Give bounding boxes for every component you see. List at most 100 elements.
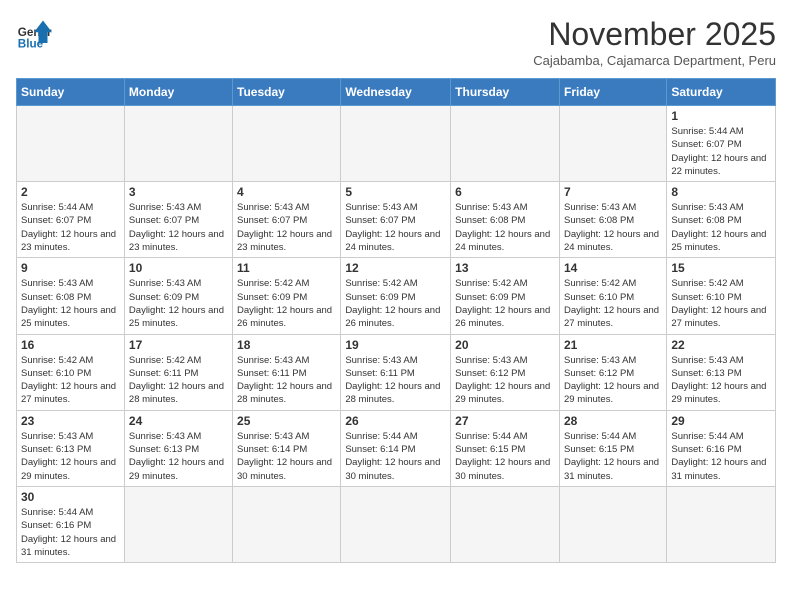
day-info: Sunrise: 5:42 AM Sunset: 6:10 PM Dayligh… (671, 277, 771, 330)
day-info: Sunrise: 5:43 AM Sunset: 6:12 PM Dayligh… (455, 354, 555, 407)
month-title: November 2025 (533, 16, 776, 53)
day-info: Sunrise: 5:43 AM Sunset: 6:13 PM Dayligh… (671, 354, 771, 407)
logo-icon: General Blue (16, 16, 52, 52)
calendar-day-cell (559, 106, 666, 182)
calendar-day-cell (233, 106, 341, 182)
day-info: Sunrise: 5:42 AM Sunset: 6:10 PM Dayligh… (564, 277, 662, 330)
calendar-day-cell (451, 106, 560, 182)
day-info: Sunrise: 5:42 AM Sunset: 6:11 PM Dayligh… (129, 354, 228, 407)
day-info: Sunrise: 5:44 AM Sunset: 6:14 PM Dayligh… (345, 430, 446, 483)
calendar-week-row: 9Sunrise: 5:43 AM Sunset: 6:08 PM Daylig… (17, 258, 776, 334)
location-subtitle: Cajabamba, Cajamarca Department, Peru (533, 53, 776, 68)
day-info: Sunrise: 5:43 AM Sunset: 6:08 PM Dayligh… (671, 201, 771, 254)
day-number: 3 (129, 185, 228, 199)
calendar-day-cell: 23 Sunrise: 5:43 AM Sunset: 6:13 PM Dayli… (17, 410, 125, 486)
day-info: Sunrise: 5:43 AM Sunset: 6:13 PM Dayligh… (21, 430, 120, 483)
day-number: 23 (21, 414, 120, 428)
day-of-week-header: Wednesday (341, 79, 451, 106)
day-number: 8 (671, 185, 771, 199)
calendar-day-cell (451, 486, 560, 562)
calendar-day-cell: 26 Sunrise: 5:44 AM Sunset: 6:14 PM Dayli… (341, 410, 451, 486)
day-info: Sunrise: 5:42 AM Sunset: 6:10 PM Dayligh… (21, 354, 120, 407)
calendar-day-cell: 20Sunrise: 5:43 AM Sunset: 6:12 PM Dayli… (451, 334, 560, 410)
day-info: Sunrise: 5:43 AM Sunset: 6:09 PM Dayligh… (129, 277, 228, 330)
day-number: 13 (455, 261, 555, 275)
calendar-day-cell: 4Sunrise: 5:43 AM Sunset: 6:07 PM Daylig… (233, 182, 341, 258)
calendar-day-cell: 24 Sunrise: 5:43 AM Sunset: 6:13 PM Dayli… (124, 410, 232, 486)
calendar-day-cell: 2Sunrise: 5:44 AM Sunset: 6:07 PM Daylig… (17, 182, 125, 258)
day-info: Sunrise: 5:43 AM Sunset: 6:07 PM Dayligh… (345, 201, 446, 254)
calendar-day-cell: 17 Sunrise: 5:42 AM Sunset: 6:11 PM Dayli… (124, 334, 232, 410)
day-info: Sunrise: 5:44 AM Sunset: 6:16 PM Dayligh… (21, 506, 120, 559)
calendar-week-row: 30Sunrise: 5:44 AM Sunset: 6:16 PM Dayli… (17, 486, 776, 562)
day-number: 4 (237, 185, 336, 199)
day-info: Sunrise: 5:42 AM Sunset: 6:09 PM Dayligh… (345, 277, 446, 330)
day-number: 7 (564, 185, 662, 199)
calendar-day-cell: 16Sunrise: 5:42 AM Sunset: 6:10 PM Dayli… (17, 334, 125, 410)
calendar-day-cell: 18Sunrise: 5:43 AM Sunset: 6:11 PM Dayli… (233, 334, 341, 410)
calendar-day-cell (17, 106, 125, 182)
day-number: 15 (671, 261, 771, 275)
day-of-week-header: Thursday (451, 79, 560, 106)
day-number: 12 (345, 261, 446, 275)
calendar-day-cell: 22 Sunrise: 5:43 AM Sunset: 6:13 PM Dayli… (667, 334, 776, 410)
calendar-week-row: 16Sunrise: 5:42 AM Sunset: 6:10 PM Dayli… (17, 334, 776, 410)
day-of-week-header: Saturday (667, 79, 776, 106)
calendar-day-cell: 15 Sunrise: 5:42 AM Sunset: 6:10 PM Dayli… (667, 258, 776, 334)
day-info: Sunrise: 5:44 AM Sunset: 6:16 PM Dayligh… (671, 430, 771, 483)
calendar-day-cell: 12 Sunrise: 5:42 AM Sunset: 6:09 PM Dayli… (341, 258, 451, 334)
day-info: Sunrise: 5:42 AM Sunset: 6:09 PM Dayligh… (455, 277, 555, 330)
day-number: 14 (564, 261, 662, 275)
calendar-header-row: SundayMondayTuesdayWednesdayThursdayFrid… (17, 79, 776, 106)
day-number: 11 (237, 261, 336, 275)
day-info: Sunrise: 5:43 AM Sunset: 6:08 PM Dayligh… (21, 277, 120, 330)
day-number: 26 (345, 414, 446, 428)
calendar-day-cell: 28 Sunrise: 5:44 AM Sunset: 6:15 PM Dayli… (559, 410, 666, 486)
calendar-day-cell: 8 Sunrise: 5:43 AM Sunset: 6:08 PM Daylig… (667, 182, 776, 258)
day-number: 2 (21, 185, 120, 199)
day-info: Sunrise: 5:44 AM Sunset: 6:07 PM Dayligh… (671, 125, 771, 178)
day-info: Sunrise: 5:43 AM Sunset: 6:07 PM Dayligh… (129, 201, 228, 254)
day-of-week-header: Tuesday (233, 79, 341, 106)
calendar-week-row: 23 Sunrise: 5:43 AM Sunset: 6:13 PM Dayli… (17, 410, 776, 486)
calendar-day-cell: 19 Sunrise: 5:43 AM Sunset: 6:11 PM Dayli… (341, 334, 451, 410)
calendar-day-cell: 11 Sunrise: 5:42 AM Sunset: 6:09 PM Dayli… (233, 258, 341, 334)
day-info: Sunrise: 5:43 AM Sunset: 6:08 PM Dayligh… (455, 201, 555, 254)
calendar-day-cell: 14 Sunrise: 5:42 AM Sunset: 6:10 PM Dayli… (559, 258, 666, 334)
day-number: 21 (564, 338, 662, 352)
day-info: Sunrise: 5:43 AM Sunset: 6:14 PM Dayligh… (237, 430, 336, 483)
calendar-day-cell: 21Sunrise: 5:43 AM Sunset: 6:12 PM Dayli… (559, 334, 666, 410)
calendar-week-row: 2Sunrise: 5:44 AM Sunset: 6:07 PM Daylig… (17, 182, 776, 258)
day-number: 28 (564, 414, 662, 428)
calendar-day-cell: 6Sunrise: 5:43 AM Sunset: 6:08 PM Daylig… (451, 182, 560, 258)
title-block: November 2025 Cajabamba, Cajamarca Depar… (533, 16, 776, 68)
page-header: General Blue November 2025 Cajabamba, Ca… (16, 16, 776, 68)
calendar-day-cell (341, 106, 451, 182)
calendar-day-cell: 30Sunrise: 5:44 AM Sunset: 6:16 PM Dayli… (17, 486, 125, 562)
day-number: 17 (129, 338, 228, 352)
day-info: Sunrise: 5:43 AM Sunset: 6:11 PM Dayligh… (345, 354, 446, 407)
calendar-day-cell: 13 Sunrise: 5:42 AM Sunset: 6:09 PM Dayli… (451, 258, 560, 334)
calendar-day-cell: 5Sunrise: 5:43 AM Sunset: 6:07 PM Daylig… (341, 182, 451, 258)
calendar-day-cell (559, 486, 666, 562)
calendar-day-cell: 9Sunrise: 5:43 AM Sunset: 6:08 PM Daylig… (17, 258, 125, 334)
day-info: Sunrise: 5:43 AM Sunset: 6:08 PM Dayligh… (564, 201, 662, 254)
day-number: 19 (345, 338, 446, 352)
day-info: Sunrise: 5:42 AM Sunset: 6:09 PM Dayligh… (237, 277, 336, 330)
day-number: 24 (129, 414, 228, 428)
day-number: 1 (671, 109, 771, 123)
calendar-week-row: 1 Sunrise: 5:44 AM Sunset: 6:07 PM Daylig… (17, 106, 776, 182)
day-info: Sunrise: 5:44 AM Sunset: 6:15 PM Dayligh… (564, 430, 662, 483)
calendar-day-cell (341, 486, 451, 562)
day-number: 10 (129, 261, 228, 275)
logo: General Blue (16, 16, 52, 52)
calendar-day-cell: 7 Sunrise: 5:43 AM Sunset: 6:08 PM Daylig… (559, 182, 666, 258)
calendar-day-cell: 27Sunrise: 5:44 AM Sunset: 6:15 PM Dayli… (451, 410, 560, 486)
calendar-day-cell (233, 486, 341, 562)
calendar-day-cell: 29 Sunrise: 5:44 AM Sunset: 6:16 PM Dayli… (667, 410, 776, 486)
day-info: Sunrise: 5:43 AM Sunset: 6:13 PM Dayligh… (129, 430, 228, 483)
calendar-day-cell: 3 Sunrise: 5:43 AM Sunset: 6:07 PM Daylig… (124, 182, 232, 258)
day-number: 27 (455, 414, 555, 428)
day-number: 22 (671, 338, 771, 352)
day-number: 29 (671, 414, 771, 428)
